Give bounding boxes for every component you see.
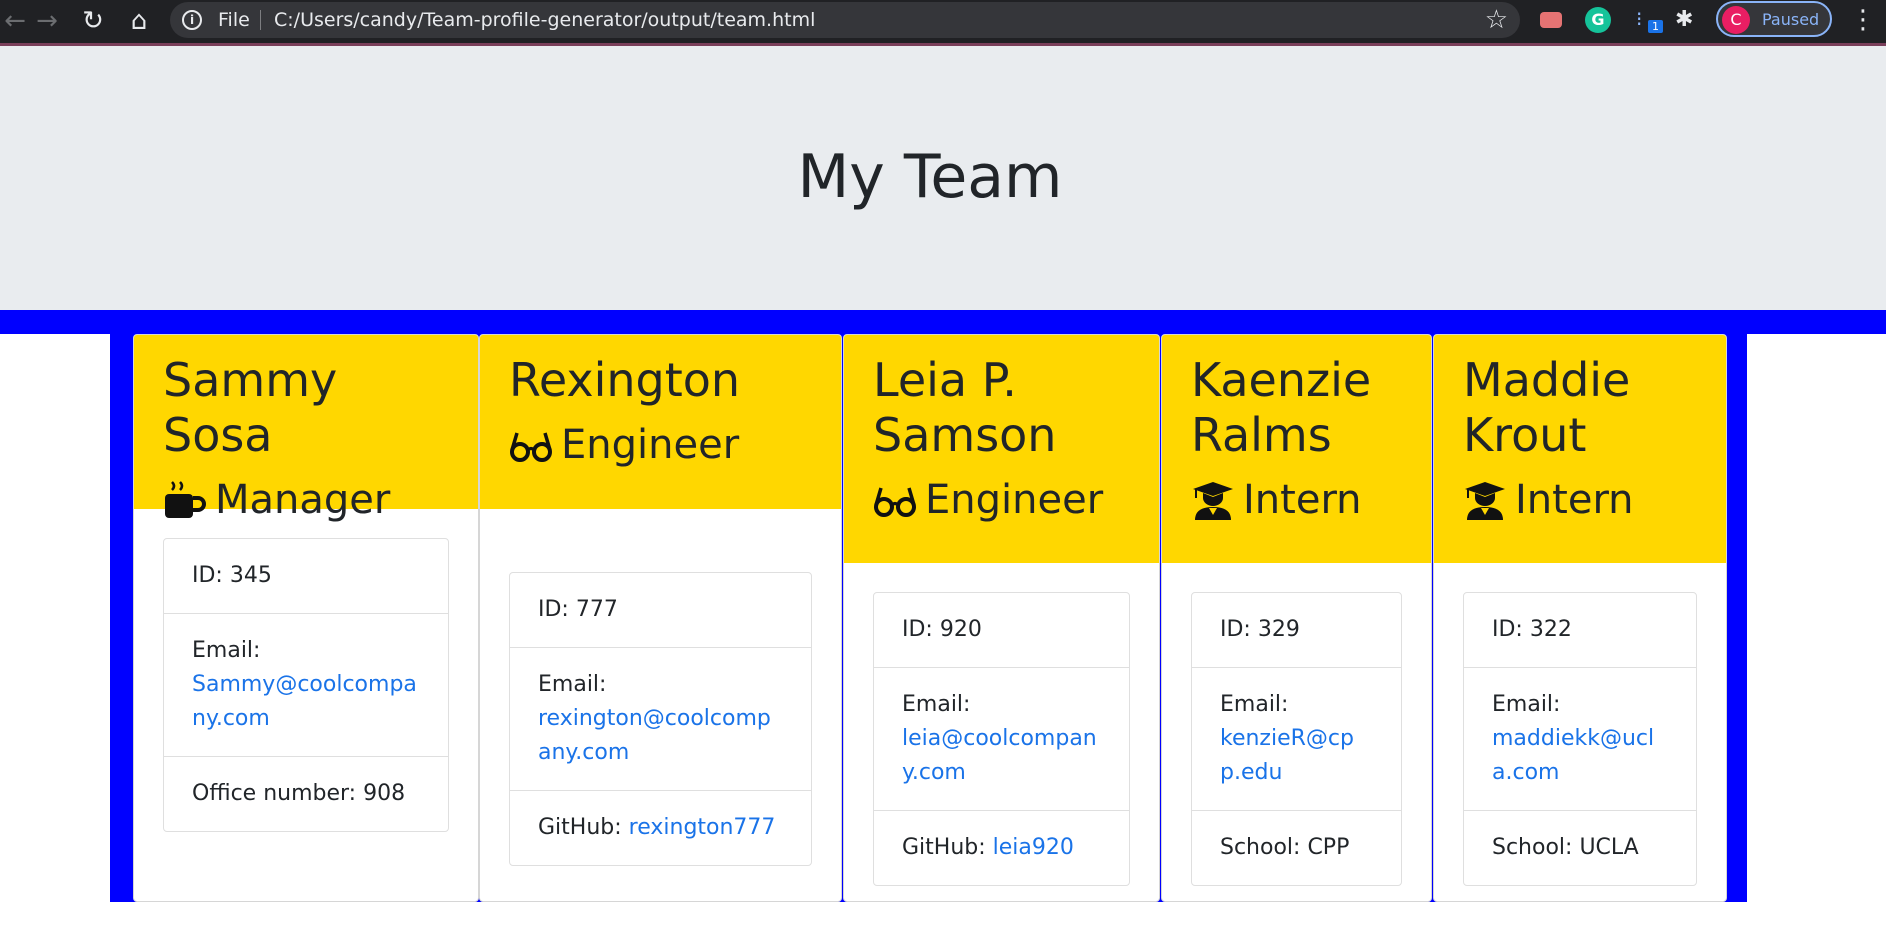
id-item: ID: 329 bbox=[1220, 617, 1300, 642]
employee-card-4: Kaenzie Ralms Intern ID: 329 Email: kenz… bbox=[1161, 334, 1432, 902]
id-item: ID: 322 bbox=[1492, 617, 1572, 642]
employee-role: Intern bbox=[1463, 477, 1697, 523]
jumbotron: My Team bbox=[0, 46, 1886, 310]
employee-name: Maddie Krout bbox=[1463, 353, 1631, 462]
extra-label: School: CPP bbox=[1220, 835, 1350, 860]
card-body: ID: 777 Email: rexington@coolcompany.com… bbox=[480, 509, 841, 895]
employee-role: Engineer bbox=[873, 477, 1130, 523]
email-label: Email: bbox=[1220, 692, 1289, 717]
info-list: ID: 345 Email: Sammy@coolcompany.com Off… bbox=[163, 538, 449, 832]
mug-icon bbox=[165, 481, 206, 518]
graduate-icon bbox=[1193, 482, 1233, 520]
profile-status: Paused bbox=[1762, 10, 1820, 29]
extra-item: GitHub: leia920 bbox=[874, 810, 1129, 885]
id-item: ID: 920 bbox=[902, 617, 982, 642]
extra-label: School: UCLA bbox=[1492, 835, 1639, 860]
card-header: Sammy Sosa Manager bbox=[134, 335, 478, 523]
email-link[interactable]: rexington@coolcompany.com bbox=[538, 706, 771, 765]
extra-item: GitHub: rexington777 bbox=[510, 790, 811, 865]
info-list: ID: 777 Email: rexington@coolcompany.com… bbox=[509, 572, 812, 866]
kebab-menu-icon[interactable]: ⋮ bbox=[1850, 5, 1876, 35]
role-label: Intern bbox=[1243, 477, 1362, 523]
grammarly-extension-icon[interactable]: G bbox=[1585, 7, 1611, 33]
blue-band bbox=[0, 310, 1886, 334]
info-icon[interactable]: i bbox=[182, 10, 202, 30]
browser-toolbar: ← → ↻ ⌂ i File C:/Users/candy/Team-profi… bbox=[0, 0, 1886, 46]
card-body: ID: 920 Email: leia@coolcompany.com GitH… bbox=[844, 563, 1159, 901]
extra-item: Office number: 908 bbox=[164, 756, 448, 831]
home-icon[interactable]: ⌂ bbox=[124, 6, 154, 36]
extra-item: School: CPP bbox=[1192, 810, 1401, 885]
extra-label: GitHub: bbox=[538, 815, 622, 840]
role-label: Engineer bbox=[561, 422, 740, 468]
email-item: Email: maddiekk@ucla.com bbox=[1464, 667, 1696, 810]
card-body: ID: 329 Email: kenzieR@cpp.edu School: C… bbox=[1162, 563, 1431, 901]
employee-name: Kaenzie Ralms bbox=[1191, 353, 1372, 462]
glasses-icon bbox=[874, 487, 916, 517]
github-link[interactable]: leia920 bbox=[993, 835, 1074, 860]
github-link[interactable]: rexington777 bbox=[629, 815, 776, 840]
card-header: Rexington Engineer bbox=[480, 335, 841, 509]
employee-card-3: Leia P. Samson Engineer ID: 920 Email: l… bbox=[843, 334, 1160, 902]
bookmark-star-icon[interactable]: ☆ bbox=[1485, 5, 1508, 35]
email-label: Email: bbox=[538, 672, 607, 697]
email-label: Email: bbox=[1492, 692, 1561, 717]
video-extension-icon[interactable] bbox=[1540, 12, 1562, 28]
back-arrow-icon[interactable]: ← bbox=[0, 6, 30, 36]
employee-card-2: Rexington Engineer ID: 777 Email: rexing… bbox=[479, 334, 842, 902]
extensions-puzzle-icon[interactable]: ✱ bbox=[1675, 7, 1701, 33]
info-list: ID: 329 Email: kenzieR@cpp.edu School: C… bbox=[1191, 592, 1402, 886]
avatar: C bbox=[1722, 6, 1750, 34]
employee-name: Sammy Sosa bbox=[163, 353, 338, 462]
employee-name: Leia P. Samson bbox=[873, 353, 1057, 462]
info-list: ID: 920 Email: leia@coolcompany.com GitH… bbox=[873, 592, 1130, 886]
page-title: My Team bbox=[797, 142, 1063, 212]
email-item: Email: rexington@coolcompany.com bbox=[510, 647, 811, 790]
email-link[interactable]: Sammy@coolcompany.com bbox=[192, 672, 417, 731]
url-text[interactable]: C:/Users/candy/Team-profile-generator/ou… bbox=[274, 9, 815, 31]
role-label: Intern bbox=[1515, 477, 1634, 523]
email-link[interactable]: kenzieR@cpp.edu bbox=[1220, 726, 1354, 785]
card-header: Maddie Krout Intern bbox=[1434, 335, 1726, 563]
id-item: ID: 345 bbox=[192, 563, 272, 588]
extra-item: School: UCLA bbox=[1464, 810, 1696, 885]
profile-button[interactable]: C Paused bbox=[1716, 1, 1832, 37]
employee-role: Engineer bbox=[509, 422, 812, 468]
employee-card-1: Sammy Sosa Manager ID: 345 Email: Sammy@… bbox=[133, 334, 479, 902]
id-item: ID: 777 bbox=[538, 597, 618, 622]
role-label: Engineer bbox=[925, 477, 1104, 523]
email-item: Email: kenzieR@cpp.edu bbox=[1192, 667, 1401, 810]
forward-arrow-icon[interactable]: → bbox=[32, 6, 62, 36]
email-link[interactable]: leia@coolcompany.com bbox=[902, 726, 1097, 785]
file-label: File bbox=[218, 9, 250, 31]
employee-name: Rexington bbox=[509, 353, 741, 407]
employee-card-5: Maddie Krout Intern ID: 322 Email: maddi… bbox=[1433, 334, 1727, 902]
card-body: ID: 322 Email: maddiekk@ucla.com School:… bbox=[1434, 563, 1726, 901]
card-body: ID: 345 Email: Sammy@coolcompany.com Off… bbox=[134, 509, 478, 861]
reload-icon[interactable]: ↻ bbox=[78, 6, 108, 36]
role-label: Manager bbox=[215, 477, 391, 523]
card-header: Leia P. Samson Engineer bbox=[844, 335, 1159, 563]
card-header: Kaenzie Ralms Intern bbox=[1162, 335, 1431, 563]
email-label: Email: bbox=[192, 638, 261, 663]
extra-label: GitHub: bbox=[902, 835, 986, 860]
extra-label: Office number: 908 bbox=[192, 781, 406, 806]
extension-badge: 1 bbox=[1648, 20, 1663, 33]
email-item: Email: Sammy@coolcompany.com bbox=[164, 613, 448, 756]
info-list: ID: 322 Email: maddiekk@ucla.com School:… bbox=[1463, 592, 1697, 886]
email-item: Email: leia@coolcompany.com bbox=[874, 667, 1129, 810]
divider bbox=[260, 10, 261, 30]
email-link[interactable]: maddiekk@ucla.com bbox=[1492, 726, 1654, 785]
glasses-icon bbox=[510, 432, 552, 462]
employee-role: Intern bbox=[1191, 477, 1402, 523]
email-label: Email: bbox=[902, 692, 971, 717]
graduate-icon bbox=[1465, 482, 1505, 520]
address-bar[interactable]: i File C:/Users/candy/Team-profile-gener… bbox=[170, 2, 1520, 38]
